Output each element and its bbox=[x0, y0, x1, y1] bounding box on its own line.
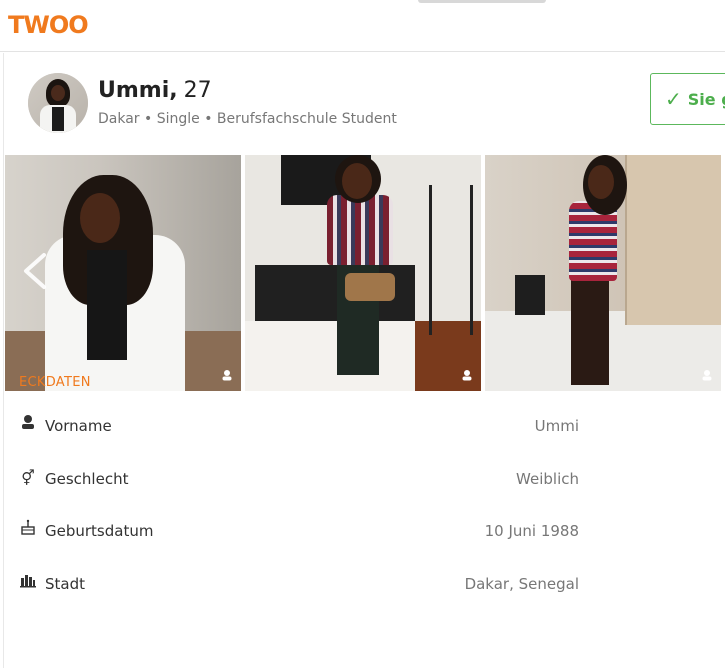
detail-label: Stadt bbox=[45, 575, 85, 593]
user-icon bbox=[459, 369, 475, 385]
detail-row-gender: ⚥ Geschlecht Weiblich bbox=[19, 467, 579, 491]
detail-label: Vorname bbox=[45, 417, 112, 435]
avatar[interactable] bbox=[28, 73, 88, 133]
detail-value: Dakar, Senegal bbox=[464, 575, 579, 593]
profile-age: 27 bbox=[183, 78, 212, 103]
profile-name-row: Ummi, 27 bbox=[98, 78, 212, 103]
user-icon bbox=[219, 369, 235, 385]
profile-subline: Dakar • Single • Berufsfachschule Studen… bbox=[98, 111, 397, 127]
chevron-left-icon[interactable] bbox=[20, 251, 52, 295]
section-title-basics: ECKDATEN bbox=[19, 375, 91, 390]
top-bar: TWOO bbox=[0, 0, 725, 52]
gender-icon: ⚥ bbox=[21, 469, 35, 487]
detail-row-firstname: Vorname Ummi bbox=[19, 414, 579, 438]
gallery-photo-3[interactable] bbox=[485, 155, 721, 391]
user-icon bbox=[699, 369, 715, 385]
like-button-label: Sie g bbox=[687, 89, 725, 109]
detail-value: Ummi bbox=[534, 417, 579, 435]
profile-name: Ummi, bbox=[98, 78, 178, 103]
detail-value: Weiblich bbox=[516, 470, 579, 488]
detail-row-city: Stadt Dakar, Senegal bbox=[19, 572, 579, 596]
detail-label: Geschlecht bbox=[45, 470, 129, 488]
user-icon bbox=[19, 414, 37, 438]
city-icon bbox=[19, 572, 37, 596]
detail-label: Geburtsdatum bbox=[45, 522, 154, 540]
cake-icon bbox=[19, 519, 37, 543]
gallery-photo-2[interactable] bbox=[245, 155, 481, 391]
detail-value: 10 Juni 1988 bbox=[484, 522, 579, 540]
top-bar-tab-hint bbox=[418, 0, 546, 3]
check-icon: ✓ bbox=[665, 87, 682, 111]
detail-row-birthday: Geburtsdatum 10 Juni 1988 bbox=[19, 519, 579, 543]
like-button[interactable]: ✓ Sie g bbox=[650, 73, 725, 125]
twoo-logo[interactable]: TWOO bbox=[8, 11, 89, 39]
photo-gallery bbox=[4, 155, 725, 391]
